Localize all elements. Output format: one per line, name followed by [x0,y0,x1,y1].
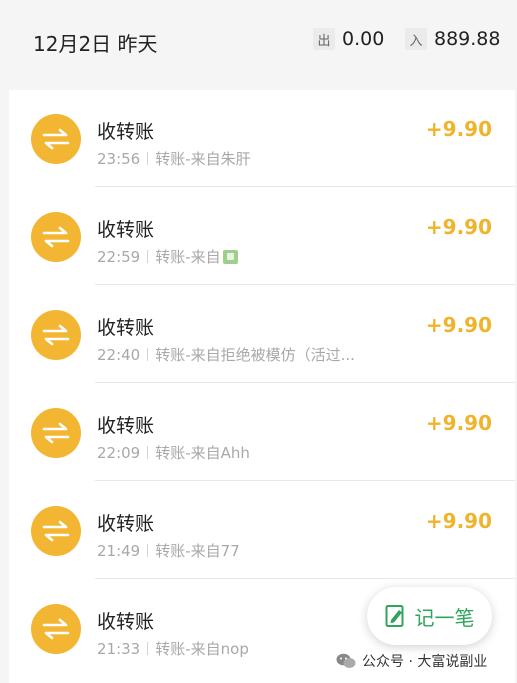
transaction-title: 收转账 [97,219,155,241]
transaction-source: 转账-来自拒绝被模仿（活过... [155,346,355,364]
transaction-title: 收转账 [97,317,155,339]
income-summary: 入 889.88 [405,28,500,50]
day-header: 12月2日 昨天 出 0.00 入 889.88 [0,0,517,88]
transaction-title: 收转账 [97,121,155,143]
transaction-time: 22:09 [97,443,141,462]
watermark: 公众号 · 大富说副业 [336,651,487,671]
transaction-title: 收转账 [97,415,155,437]
transaction-source: 转账-来自Ahh [155,444,250,462]
transfer-arrows-icon [31,604,81,654]
row-divider [95,284,515,285]
transaction-row[interactable]: 收转账 22:59 转账-来自 +9.90 [9,188,515,285]
transaction-row[interactable]: 收转账 21:49 转账-来自77 +9.90 [9,482,515,579]
add-record-label: 记一笔 [414,605,475,630]
row-divider [95,186,515,187]
edit-note-icon [385,605,403,627]
transaction-time: 21:49 [97,541,141,560]
row-divider [95,480,515,481]
transaction-time: 22:40 [97,345,141,364]
transaction-meta: 23:56 转账-来自朱肝 [97,148,251,169]
expense-amount: 0.00 [342,28,385,50]
transfer-arrows-icon [31,310,81,360]
transaction-meta: 22:40 转账-来自拒绝被模仿（活过... [97,344,355,365]
watermark-text: 公众号 · 大富说副业 [362,654,488,670]
meta-divider [147,250,149,263]
meta-divider [147,446,149,459]
transaction-meta: 21:33 转账-来自nop [97,638,249,659]
income-tag: 入 [405,28,427,50]
transaction-amount: +9.90 [425,215,492,239]
transaction-time: 21:33 [97,639,141,658]
transaction-title: 收转账 [97,513,155,535]
expense-tag: 出 [313,28,335,50]
transfer-arrows-icon [31,408,81,458]
expense-summary: 出 0.00 [313,28,384,50]
transaction-source: 转账-来自 [155,248,221,266]
transaction-source: 转账-来自77 [155,542,240,560]
transaction-meta: 22:09 转账-来自Ahh [97,442,250,463]
transaction-meta: 22:59 转账-来自 [97,246,238,267]
transaction-amount: +9.90 [425,313,492,337]
meta-divider [147,152,149,165]
transaction-row[interactable]: 收转账 22:40 转账-来自拒绝被模仿（活过... +9.90 [9,286,515,383]
transaction-time: 23:56 [97,149,141,168]
contact-avatar-icon [222,249,238,264]
row-divider [95,578,515,579]
wechat-icon [336,653,356,668]
income-amount: 889.88 [434,28,501,50]
transaction-amount: +9.90 [425,509,492,533]
transaction-amount: +9.90 [425,411,492,435]
transaction-title: 收转账 [97,611,155,633]
transfer-arrows-icon [31,506,81,556]
day-date: 12月2日 昨天 [33,32,158,56]
row-divider [95,382,515,383]
meta-divider [147,544,149,557]
transaction-time: 22:59 [97,247,141,266]
transaction-row[interactable]: 收转账 23:56 转账-来自朱肝 +9.90 [9,90,515,187]
meta-divider [147,348,149,361]
transaction-source: 转账-来自朱肝 [155,150,251,168]
transaction-meta: 21:49 转账-来自77 [97,540,240,561]
transaction-row[interactable]: 收转账 22:09 转账-来自Ahh +9.90 [9,384,515,481]
transfer-arrows-icon [31,114,81,164]
meta-divider [147,642,149,655]
transaction-source: 转账-来自nop [155,640,249,658]
transaction-amount: +9.90 [425,117,492,141]
add-record-button[interactable]: 记一笔 [367,587,492,645]
transfer-arrows-icon [31,212,81,262]
